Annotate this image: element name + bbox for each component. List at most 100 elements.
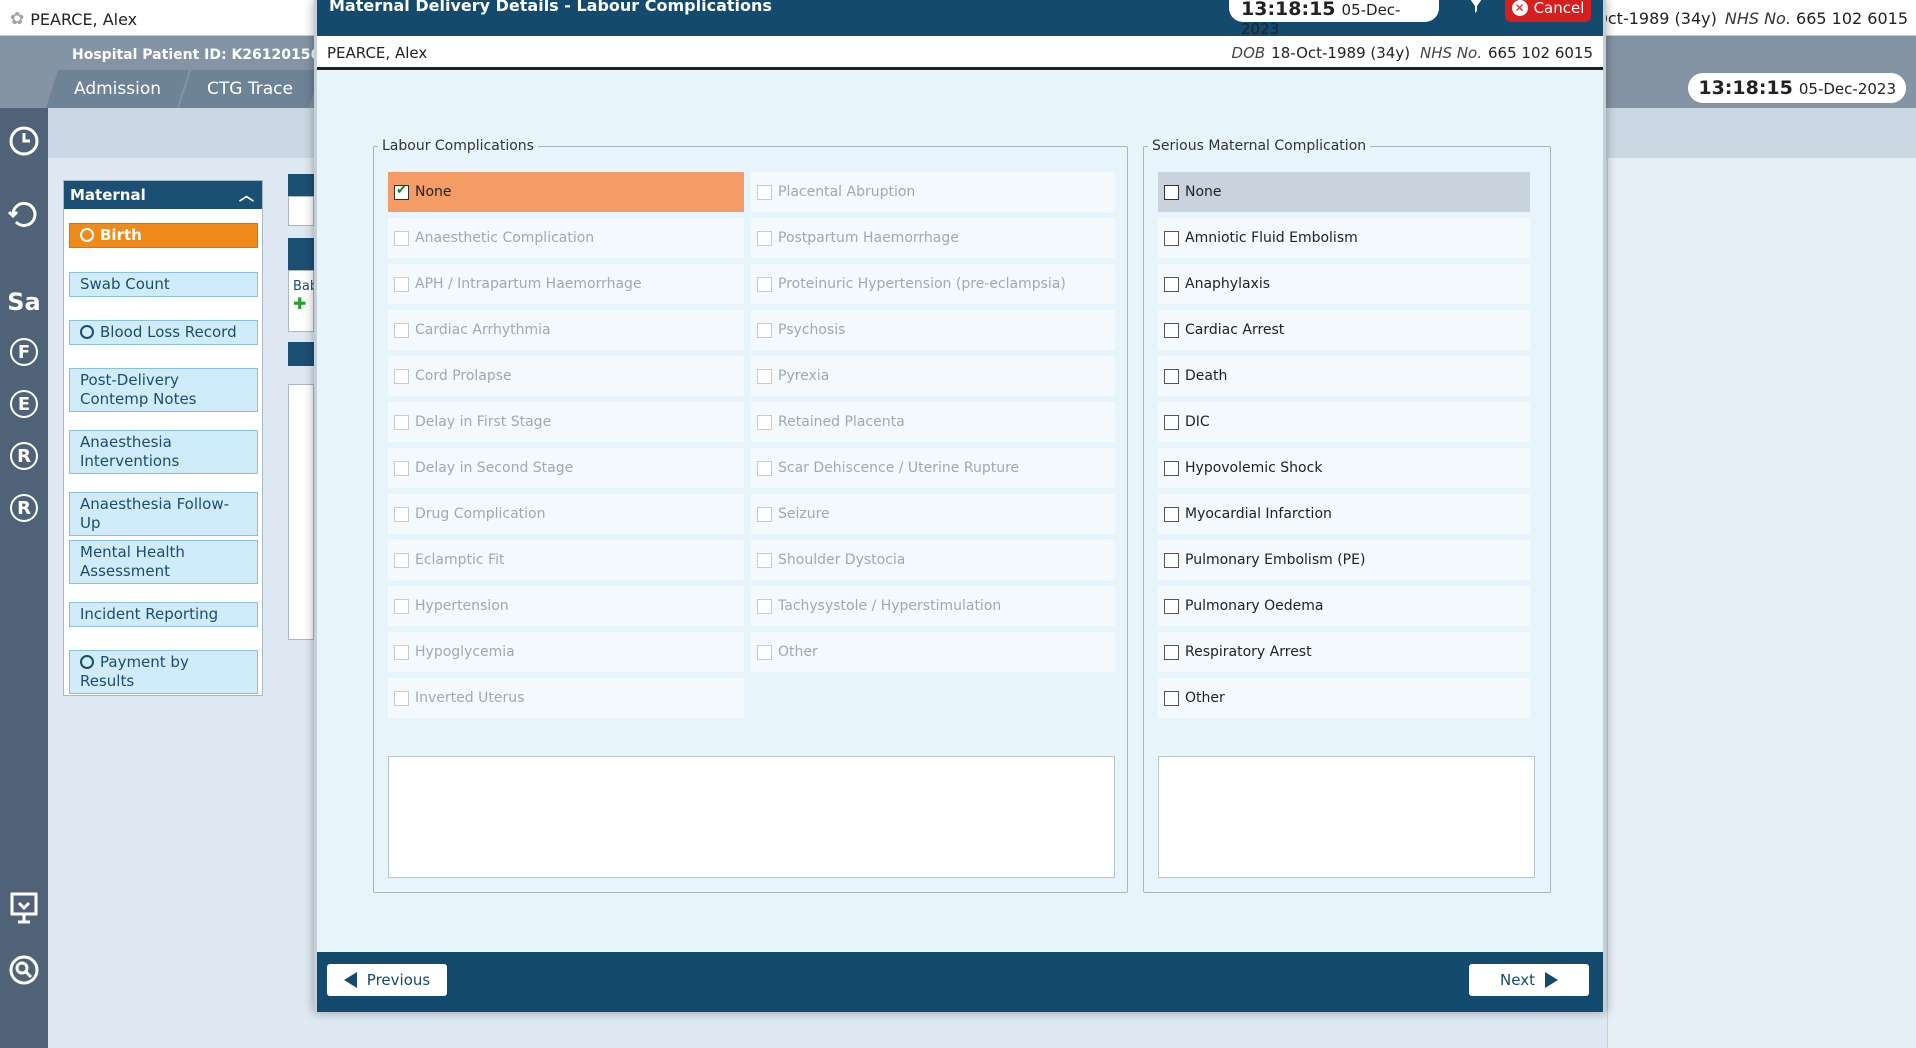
checkbox-box[interactable] <box>757 598 772 614</box>
labour-col2-checkbox-shoulder-dystocia[interactable]: Shoulder Dystocia <box>751 540 1115 580</box>
history-icon[interactable] <box>6 196 42 232</box>
add-icon[interactable]: ✚ <box>293 294 309 313</box>
labour-col1-checkbox-anaesthetic-complication[interactable]: Anaesthetic Complication <box>388 218 744 258</box>
labour-col1-checkbox-inverted-uterus[interactable]: Inverted Uterus <box>388 678 744 718</box>
checkbox-box[interactable] <box>1164 552 1179 568</box>
checkbox-box[interactable] <box>1164 644 1179 660</box>
labour-col2-checkbox-proteinuric-hypertension-pre-eclampsia[interactable]: Proteinuric Hypertension (pre-eclampsia) <box>751 264 1115 304</box>
checkbox-box[interactable] <box>394 644 409 660</box>
checkbox-box[interactable] <box>757 230 772 246</box>
pin-icon[interactable] <box>1467 0 1485 20</box>
checkbox-box[interactable] <box>1164 506 1179 522</box>
clock-icon[interactable] <box>6 122 42 158</box>
checkbox-box[interactable] <box>394 460 409 476</box>
serious-col-checkbox-none[interactable]: None <box>1158 172 1530 212</box>
rail-e[interactable]: E <box>10 390 38 418</box>
maternal-item-mental-health[interactable]: Mental Health Assessment <box>69 540 258 584</box>
serious-col-checkbox-hypovolemic-shock[interactable]: Hypovolemic Shock <box>1158 448 1530 488</box>
labour-col1-checkbox-cardiac-arrhythmia[interactable]: Cardiac Arrhythmia <box>388 310 744 350</box>
presentation-icon[interactable] <box>6 890 42 926</box>
checkbox-box[interactable] <box>1164 230 1179 246</box>
tab-ctg-trace[interactable]: CTG Trace <box>178 70 322 108</box>
serious-col-checkbox-cardiac-arrest[interactable]: Cardiac Arrest <box>1158 310 1530 350</box>
labour-col1-checkbox-hypoglycemia[interactable]: Hypoglycemia <box>388 632 744 672</box>
labour-col2-checkbox-scar-dehiscence-uterine-rupture[interactable]: Scar Dehiscence / Uterine Rupture <box>751 448 1115 488</box>
labour-col1-checkbox-none[interactable]: None <box>388 172 744 212</box>
cancel-button[interactable]: ✕ Cancel <box>1505 0 1591 22</box>
checkbox-box[interactable] <box>1164 276 1179 292</box>
serious-col-checkbox-dic[interactable]: DIC <box>1158 402 1530 442</box>
checkbox-box[interactable] <box>757 368 772 384</box>
serious-col-checkbox-myocardial-infarction[interactable]: Myocardial Infarction <box>1158 494 1530 534</box>
serious-col-checkbox-pulmonary-oedema[interactable]: Pulmonary Oedema <box>1158 586 1530 626</box>
checkbox-box[interactable] <box>757 644 772 660</box>
checkbox-box[interactable] <box>757 184 772 200</box>
checkbox-box[interactable] <box>394 183 409 200</box>
labour-complications-notes[interactable] <box>388 756 1115 878</box>
serious-complication-notes[interactable] <box>1158 756 1535 878</box>
checkbox-box[interactable] <box>757 552 772 568</box>
maternal-item-anaesthesia-interventions[interactable]: Anaesthesia Interventions <box>69 430 258 474</box>
checkbox-box[interactable] <box>394 230 409 246</box>
checkbox-box[interactable] <box>757 322 772 338</box>
checkbox-box[interactable] <box>1164 690 1179 706</box>
maternal-panel-header[interactable]: Maternal ︿ <box>64 181 262 209</box>
rail-sa[interactable]: Sa <box>6 284 42 320</box>
checkbox-box[interactable] <box>394 368 409 384</box>
search-icon[interactable] <box>6 952 42 988</box>
labour-col2-checkbox-psychosis[interactable]: Psychosis <box>751 310 1115 350</box>
checkbox-box[interactable] <box>1164 368 1179 384</box>
serious-col-checkbox-anaphylaxis[interactable]: Anaphylaxis <box>1158 264 1530 304</box>
maternal-item-swab-count[interactable]: Swab Count <box>69 272 258 297</box>
rail-r2[interactable]: R <box>10 494 38 522</box>
checkbox-box[interactable] <box>394 552 409 568</box>
checkbox-box[interactable] <box>394 414 409 430</box>
labour-col1-checkbox-drug-complication[interactable]: Drug Complication <box>388 494 744 534</box>
serious-col-checkbox-amniotic-fluid-embolism[interactable]: Amniotic Fluid Embolism <box>1158 218 1530 258</box>
maternal-item-anaesthesia-followup[interactable]: Anaesthesia Follow-Up <box>69 492 258 536</box>
labour-col2-checkbox-postpartum-haemorrhage[interactable]: Postpartum Haemorrhage <box>751 218 1115 258</box>
rail-f[interactable]: F <box>10 338 38 366</box>
checkbox-box[interactable] <box>757 414 772 430</box>
labour-col1-checkbox-delay-in-first-stage[interactable]: Delay in First Stage <box>388 402 744 442</box>
checkbox-box[interactable] <box>394 506 409 522</box>
serious-col-checkbox-pulmonary-embolism-pe[interactable]: Pulmonary Embolism (PE) <box>1158 540 1530 580</box>
checkbox-box[interactable] <box>394 276 409 292</box>
labour-col1-checkbox-delay-in-second-stage[interactable]: Delay in Second Stage <box>388 448 744 488</box>
maternal-item-post-delivery[interactable]: Post-Delivery Contemp Notes <box>69 368 258 412</box>
checkbox-box[interactable] <box>394 322 409 338</box>
labour-col2-checkbox-other[interactable]: Other <box>751 632 1115 672</box>
checkbox-box[interactable] <box>757 460 772 476</box>
checkbox-box[interactable] <box>1164 184 1179 200</box>
labour-col1-checkbox-cord-prolapse[interactable]: Cord Prolapse <box>388 356 744 396</box>
serious-col-checkbox-respiratory-arrest[interactable]: Respiratory Arrest <box>1158 632 1530 672</box>
labour-col2-checkbox-tachysystole-hyperstimulation[interactable]: Tachysystole / Hyperstimulation <box>751 586 1115 626</box>
next-button[interactable]: Next <box>1469 964 1589 996</box>
rail-r1[interactable]: R <box>10 442 38 470</box>
maternal-item-birth[interactable]: Birth <box>69 223 258 248</box>
labour-col2-checkbox-pyrexia[interactable]: Pyrexia <box>751 356 1115 396</box>
checkbox-box[interactable] <box>1164 598 1179 614</box>
labour-col2-checkbox-placental-abruption[interactable]: Placental Abruption <box>751 172 1115 212</box>
serious-col-checkbox-death[interactable]: Death <box>1158 356 1530 396</box>
labour-col1-checkbox-hypertension[interactable]: Hypertension <box>388 586 744 626</box>
previous-button[interactable]: Previous <box>327 964 447 996</box>
maternal-item-incident-reporting[interactable]: Incident Reporting <box>69 602 258 627</box>
labour-col2-checkbox-seizure[interactable]: Seizure <box>751 494 1115 534</box>
maternal-item-payment-by-results[interactable]: Payment by Results <box>69 650 258 694</box>
labour-col2-checkbox-retained-placenta[interactable]: Retained Placenta <box>751 402 1115 442</box>
checkbox-box[interactable] <box>757 506 772 522</box>
checkbox-box[interactable] <box>1164 414 1179 430</box>
labour-col1-checkbox-eclamptic-fit[interactable]: Eclamptic Fit <box>388 540 744 580</box>
checkbox-label: Pulmonary Embolism (PE) <box>1185 552 1366 568</box>
tab-admission[interactable]: Admission <box>45 70 190 108</box>
checkbox-box[interactable] <box>1164 460 1179 476</box>
maternal-item-blood-loss[interactable]: Blood Loss Record <box>69 320 258 345</box>
checkbox-box[interactable] <box>394 598 409 614</box>
labour-col1-checkbox-aph-intrapartum-haemorrhage[interactable]: APH / Intrapartum Haemorrhage <box>388 264 744 304</box>
checkbox-box[interactable] <box>757 276 772 292</box>
serious-col-checkbox-other[interactable]: Other <box>1158 678 1530 718</box>
dialog-patient-details: DOB 18-Oct-1989 (34y) NHS No. 665 102 6015 <box>1231 44 1593 62</box>
checkbox-box[interactable] <box>1164 322 1179 338</box>
checkbox-box[interactable] <box>394 690 409 706</box>
